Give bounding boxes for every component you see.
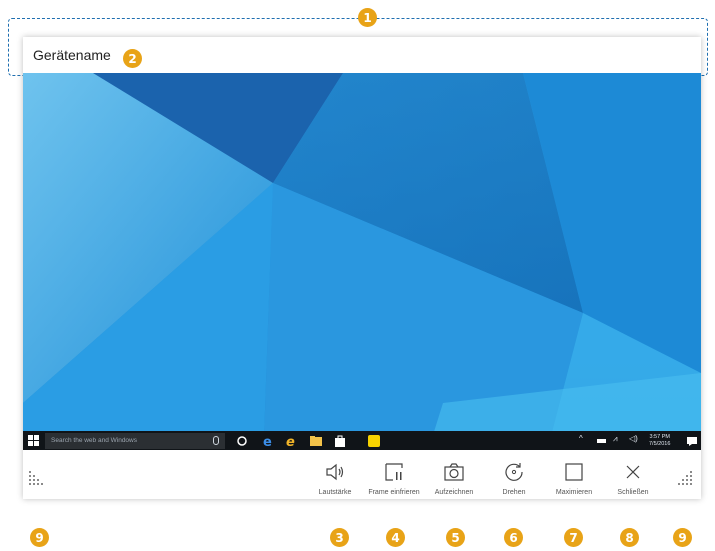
freeze-frame-label: Frame einfrieren bbox=[368, 489, 420, 496]
device-name: Gerätename bbox=[33, 47, 111, 63]
taskbar-clock[interactable]: 3:57 PM 7/5/2016 bbox=[649, 434, 670, 448]
capture-button[interactable]: Aufzeichnen bbox=[423, 450, 485, 499]
resize-handle-left-icon[interactable] bbox=[28, 470, 48, 490]
volume-label: Lautstärke bbox=[318, 489, 352, 496]
store-icon[interactable] bbox=[333, 434, 347, 448]
callout-badge-7: 7 bbox=[564, 528, 583, 547]
edge-browser-icon[interactable]: e bbox=[261, 434, 275, 448]
battery-icon[interactable] bbox=[595, 434, 609, 448]
callout-badge-4: 4 bbox=[386, 528, 405, 547]
svg-text:e: e bbox=[263, 435, 272, 448]
volume-button[interactable]: Lautstärke bbox=[304, 450, 366, 499]
internet-explorer-icon[interactable]: e bbox=[285, 434, 299, 448]
maximize-button[interactable]: Maximieren bbox=[543, 450, 605, 499]
callout-badge-5: 5 bbox=[446, 528, 465, 547]
maximize-label: Maximieren bbox=[555, 489, 593, 496]
freeze-frame-icon bbox=[385, 463, 403, 481]
callout-badge-6: 6 bbox=[504, 528, 523, 547]
file-explorer-icon[interactable] bbox=[309, 434, 323, 448]
speaker-icon bbox=[326, 463, 344, 481]
resize-handle-right-icon[interactable] bbox=[673, 470, 693, 490]
action-center-icon[interactable] bbox=[685, 434, 699, 448]
close-button[interactable]: Schließen bbox=[602, 450, 664, 499]
tray-chevron-up-icon[interactable]: ^ bbox=[579, 434, 583, 443]
freeze-frame-button[interactable]: Frame einfrieren bbox=[363, 450, 425, 499]
callout-badge-1: 1 bbox=[358, 8, 377, 27]
task-view-icon[interactable] bbox=[235, 434, 249, 448]
callout-badge-9-left: 9 bbox=[30, 528, 49, 547]
desktop-wallpaper bbox=[23, 73, 701, 467]
taskbar-search-box[interactable]: Search the web and Windows bbox=[45, 433, 225, 449]
svg-text:e: e bbox=[286, 435, 295, 448]
windows-taskbar: Search the web and Windows e e ^ ⩘ ◁) 3:… bbox=[23, 431, 701, 451]
camera-icon bbox=[444, 463, 464, 481]
callout-badge-8: 8 bbox=[620, 528, 639, 547]
rotate-label: Drehen bbox=[502, 489, 526, 496]
windows-start-icon[interactable] bbox=[28, 435, 40, 447]
network-icon[interactable]: ⩘ bbox=[613, 434, 618, 444]
taskbar-date: 7/5/2016 bbox=[649, 441, 671, 447]
callout-badge-2: 2 bbox=[123, 49, 142, 68]
microphone-icon[interactable] bbox=[213, 436, 219, 445]
taskbar-time: 3:57 PM bbox=[649, 434, 670, 440]
callout-badge-3: 3 bbox=[330, 528, 349, 547]
rotate-icon bbox=[505, 463, 523, 481]
volume-tray-icon[interactable]: ◁) bbox=[629, 434, 638, 443]
close-label: Schließen bbox=[617, 489, 649, 496]
callout-badge-9-right: 9 bbox=[673, 528, 692, 547]
rotate-button[interactable]: Drehen bbox=[483, 450, 545, 499]
sticky-app-icon[interactable] bbox=[367, 434, 381, 448]
desktop-screen[interactable] bbox=[23, 73, 701, 467]
maximize-icon bbox=[565, 463, 583, 481]
capture-label: Aufzeichnen bbox=[434, 489, 474, 496]
close-icon bbox=[626, 465, 640, 479]
control-bar: Lautstärke Frame einfrieren Aufzeichnen bbox=[23, 450, 701, 499]
mirror-window: Gerätename Search the web and Windows e … bbox=[23, 37, 701, 499]
